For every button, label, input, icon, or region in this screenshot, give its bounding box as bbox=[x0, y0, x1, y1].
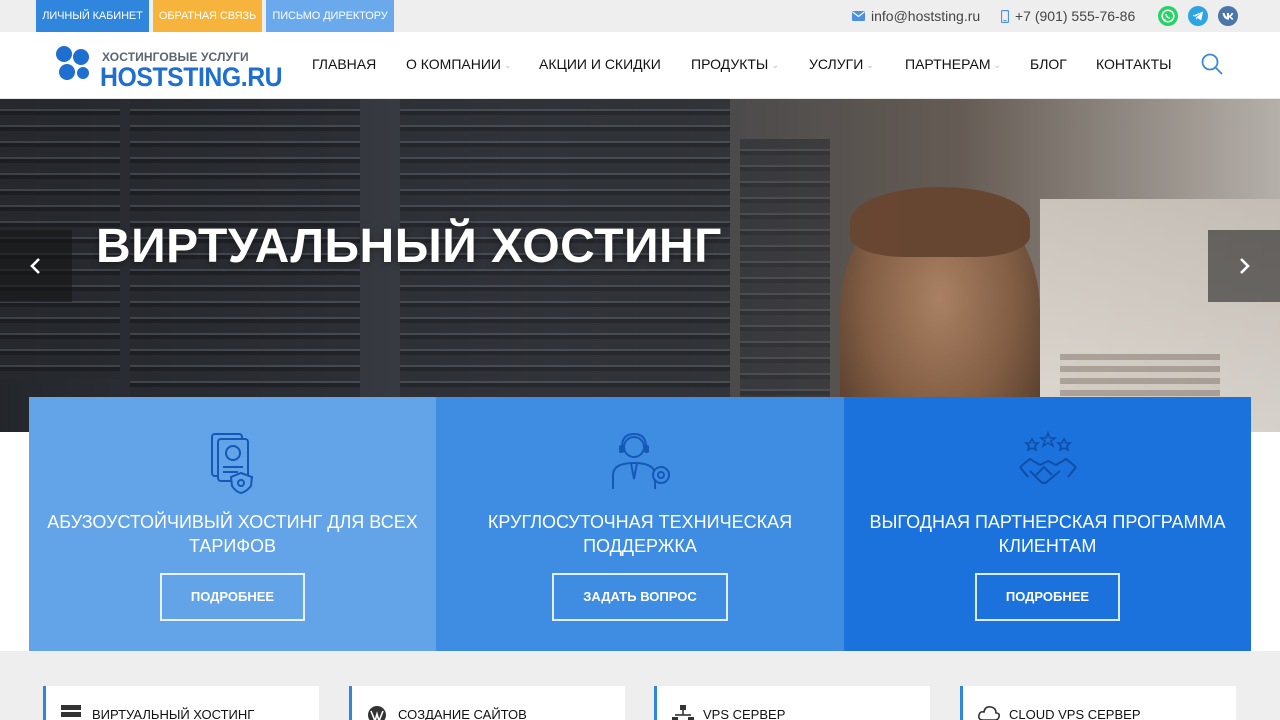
nav-label: УСЛУГИ bbox=[809, 56, 864, 72]
nav-contacts[interactable]: КОНТАКТЫ bbox=[1096, 32, 1172, 99]
chevron-down-icon: ⌄ bbox=[866, 60, 874, 71]
nav-label: ПРОДУКТЫ bbox=[691, 56, 769, 72]
phone-icon bbox=[1001, 9, 1009, 23]
slider-prev-button[interactable] bbox=[0, 230, 72, 302]
nav-label: ПАРТНЕРАМ bbox=[905, 56, 991, 72]
hero-title: ВИРТУАЛЬНЫЙ ХОСТИНГ bbox=[96, 220, 722, 273]
hero-slider: ВИРТУАЛЬНЫЙ ХОСТИНГ bbox=[0, 99, 1280, 432]
nav-label: КОНТАКТЫ bbox=[1096, 56, 1172, 72]
nav-label: ГЛАВНАЯ bbox=[312, 56, 377, 72]
document-badge-icon bbox=[210, 433, 253, 495]
slider-next-button[interactable] bbox=[1208, 230, 1280, 302]
service-card-vps-server[interactable]: VPS СЕРВЕР bbox=[654, 686, 930, 720]
nav-home[interactable]: ГЛАВНАЯ bbox=[312, 32, 376, 99]
logo-title: HOSTSTING.RU bbox=[100, 62, 283, 92]
wordpress-icon bbox=[368, 706, 386, 720]
personal-account-button[interactable]: ЛИЧНЫЙ КАБИНЕТ bbox=[36, 0, 149, 32]
network-icon bbox=[672, 705, 694, 720]
feature-card: АБУЗОУСТОЙЧИВЫЙ ХОСТИНГ ДЛЯ ВСЕХ ТАРИФОВ… bbox=[29, 397, 436, 651]
nav-products[interactable]: ПРОДУКТЫ ⌄ bbox=[691, 32, 779, 99]
email-contact[interactable]: info@hoststing.ru bbox=[852, 0, 980, 32]
chevron-down-icon: ⌄ bbox=[771, 60, 779, 71]
details-button[interactable]: ПОДРОБНЕЕ bbox=[160, 573, 305, 621]
chevron-left-icon bbox=[30, 258, 40, 274]
service-label: ВИРТУАЛЬНЫЙ ХОСТИНГ bbox=[92, 707, 255, 720]
feature-card: КРУГЛОСУТОЧНАЯ ТЕХНИЧЕСКАЯ ПОДДЕРЖКА ЗАД… bbox=[436, 397, 844, 651]
cloud-icon bbox=[978, 706, 1000, 720]
support-agent-icon bbox=[612, 432, 670, 489]
nav-label: АКЦИИ И СКИДКИ bbox=[539, 56, 661, 72]
service-card-cloud-vps[interactable]: CLOUD VPS СЕРВЕР bbox=[960, 686, 1236, 720]
nav-services[interactable]: УСЛУГИ ⌄ bbox=[809, 32, 874, 99]
mail-icon bbox=[852, 11, 865, 21]
logo-mark-icon bbox=[56, 46, 89, 80]
nav-about[interactable]: О КОМПАНИИ ⌄ bbox=[406, 32, 512, 99]
search-icon[interactable] bbox=[1200, 52, 1224, 76]
letter-to-director-button[interactable]: ПИСЬМО ДИРЕКТОРУ bbox=[266, 0, 394, 32]
feature-title: ВЫГОДНАЯ ПАРТНЕРСКАЯ ПРОГРАММА КЛИЕНТАМ bbox=[869, 512, 1226, 556]
nav-partners[interactable]: ПАРТНЕРАМ ⌄ bbox=[905, 32, 1001, 99]
feature-title: АБУЗОУСТОЙЧИВЫЙ ХОСТИНГ ДЛЯ ВСЕХ ТАРИФОВ bbox=[47, 512, 418, 556]
handshake-stars-icon bbox=[1018, 431, 1077, 484]
details-button[interactable]: ПОДРОБНЕЕ bbox=[975, 573, 1120, 621]
server-icon bbox=[61, 705, 81, 717]
nav-label: БЛОГ bbox=[1030, 56, 1067, 72]
email-text: info@hoststing.ru bbox=[871, 8, 981, 24]
chevron-right-icon bbox=[1240, 258, 1250, 274]
nav-promotions[interactable]: АКЦИИ И СКИДКИ bbox=[539, 32, 661, 99]
service-label: VPS СЕРВЕР bbox=[703, 707, 786, 720]
feature-title: КРУГЛОСУТОЧНАЯ ТЕХНИЧЕСКАЯ ПОДДЕРЖКА bbox=[487, 512, 793, 556]
service-label: CLOUD VPS СЕРВЕР bbox=[1009, 707, 1141, 720]
service-label: СОЗДАНИЕ САЙТОВ bbox=[398, 707, 527, 720]
nav-blog[interactable]: БЛОГ bbox=[1030, 32, 1067, 99]
vk-icon[interactable] bbox=[1218, 6, 1238, 26]
telegram-icon[interactable] bbox=[1188, 6, 1208, 26]
whatsapp-icon[interactable] bbox=[1158, 6, 1178, 26]
nav-label: О КОМПАНИИ bbox=[406, 56, 501, 72]
site-header: ХОСТИНГОВЫЕ УСЛУГИ HOSTSTING.RU ГЛАВНАЯ … bbox=[0, 32, 1280, 99]
feedback-button[interactable]: ОБРАТНАЯ СВЯЗЬ bbox=[153, 0, 262, 32]
features-section: АБУЗОУСТОЙЧИВЫЙ ХОСТИНГ ДЛЯ ВСЕХ ТАРИФОВ… bbox=[29, 397, 1251, 651]
phone-text: +7 (901) 555-76-86 bbox=[1015, 8, 1136, 24]
top-utility-bar: ЛИЧНЫЙ КАБИНЕТ ОБРАТНАЯ СВЯЗЬ ПИСЬМО ДИР… bbox=[0, 0, 1280, 32]
chevron-down-icon: ⌄ bbox=[993, 60, 1002, 71]
chevron-down-icon: ⌄ bbox=[503, 60, 512, 71]
feature-card: ВЫГОДНАЯ ПАРТНЕРСКАЯ ПРОГРАММА КЛИЕНТАМ … bbox=[844, 397, 1251, 651]
phone-contact[interactable]: +7 (901) 555-76-86 bbox=[1001, 0, 1135, 32]
ask-question-button[interactable]: ЗАДАТЬ ВОПРОС bbox=[552, 573, 728, 621]
service-card-website-creation[interactable]: СОЗДАНИЕ САЙТОВ bbox=[349, 686, 625, 720]
services-section: ВИРТУАЛЬНЫЙ ХОСТИНГ СОЗДАНИЕ САЙТОВ VPS … bbox=[0, 651, 1280, 720]
site-logo[interactable]: ХОСТИНГОВЫЕ УСЛУГИ HOSTSTING.RU bbox=[54, 42, 284, 92]
service-card-virtual-hosting[interactable]: ВИРТУАЛЬНЫЙ ХОСТИНГ bbox=[43, 686, 319, 720]
